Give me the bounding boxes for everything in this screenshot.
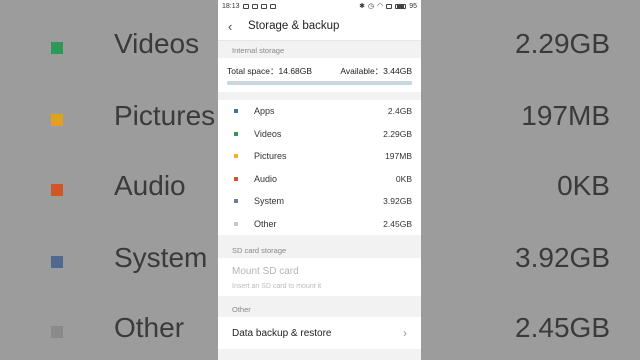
category-label: Other xyxy=(254,218,277,229)
category-audio[interactable]: Audio 0KB xyxy=(218,168,421,191)
bg-value: 0KB xyxy=(557,170,610,201)
category-value: 197MB xyxy=(385,151,412,162)
backup-restore-label: Data backup & restore xyxy=(232,327,332,339)
battery-icon xyxy=(395,3,407,9)
bg-value: 2.45GB xyxy=(515,312,610,343)
category-list: Apps 2.4GB Videos 2.29GB Pictures 197MB … xyxy=(218,100,421,235)
wifi-icon: ◠ xyxy=(377,3,384,10)
bg-label: System xyxy=(114,242,208,273)
mail-icon xyxy=(260,3,267,9)
color-dot xyxy=(234,154,238,159)
alarm-icon: ◷ xyxy=(367,3,375,10)
category-value: 3.92GB xyxy=(383,196,412,207)
category-value: 2.45GB xyxy=(383,218,412,229)
chat-icon xyxy=(242,3,249,9)
category-value: 2.4GB xyxy=(387,106,412,117)
status-right: ✱ ◷ ◠ 95 xyxy=(359,2,417,11)
phone-screen: 18:13 ✱ ◷ ◠ 95 ‹ Storage & backup Intern… xyxy=(218,0,421,360)
notification-icon xyxy=(269,3,276,9)
category-apps[interactable]: Apps 2.4GB xyxy=(218,100,421,123)
category-label: Pictures xyxy=(254,151,287,162)
color-dot xyxy=(234,109,238,114)
status-bar: 18:13 ✱ ◷ ◠ 95 xyxy=(218,0,421,12)
status-time: 18:13 xyxy=(222,2,240,10)
other-label: Other xyxy=(232,305,251,314)
chevron-right-icon: › xyxy=(403,326,407,340)
status-left: 18:13 xyxy=(222,3,276,10)
color-dot xyxy=(234,221,238,226)
screen-icon xyxy=(386,3,393,9)
bg-dot xyxy=(51,42,63,54)
category-label: System xyxy=(254,196,285,207)
bg-value: 3.92GB xyxy=(515,242,610,273)
bg-value: 2.29GB xyxy=(515,28,610,59)
category-other[interactable]: Other 2.45GB xyxy=(218,213,421,236)
battery-level: 95 xyxy=(409,2,417,10)
message-icon xyxy=(251,3,258,9)
bg-label: Audio xyxy=(114,170,186,201)
bg-dot xyxy=(51,114,63,126)
category-label: Videos xyxy=(254,128,282,139)
category-label: Apps xyxy=(254,106,275,117)
category-value: 0KB xyxy=(395,173,412,184)
internal-storage-card: Total space：14.68GB Available：3.44GB xyxy=(218,58,421,92)
category-videos[interactable]: Videos 2.29GB xyxy=(218,123,421,146)
color-dot xyxy=(234,199,238,204)
category-value: 2.29GB xyxy=(383,128,412,139)
bg-dot xyxy=(51,256,63,268)
color-dot xyxy=(234,131,238,136)
bg-label: Other xyxy=(114,312,185,343)
bg-label: Videos xyxy=(114,28,200,59)
other-section: Other Data backup & restore › xyxy=(218,300,421,349)
bluetooth-icon: ✱ xyxy=(359,3,365,10)
space-summary: Total space：14.68GB Available：3.44GB xyxy=(218,58,421,81)
category-pictures[interactable]: Pictures 197MB xyxy=(218,145,421,168)
sd-storage-label: SD card storage xyxy=(232,246,287,255)
total-space: Total space：14.68GB xyxy=(227,66,313,76)
bg-value: 197MB xyxy=(521,100,610,131)
mount-sd-title: Mount SD card xyxy=(232,266,299,277)
color-dot xyxy=(234,176,238,181)
page-title: Storage & backup xyxy=(248,20,340,32)
backup-restore-item[interactable]: Data backup & restore › xyxy=(218,317,421,349)
bg-dot xyxy=(51,184,63,196)
mount-sd-subtitle: Insert an SD card to mount it xyxy=(232,283,322,290)
internal-storage-label: Internal storage xyxy=(232,46,285,55)
app-header: ‹ Storage & backup xyxy=(218,12,421,41)
bg-label: Pictures xyxy=(114,100,216,131)
available-space: Available：3.44GB xyxy=(340,66,412,76)
bg-dot xyxy=(51,326,63,338)
category-label: Audio xyxy=(254,173,278,184)
mount-sd-item: Mount SD card Insert an SD card to mount… xyxy=(218,258,421,296)
sd-section: SD card storage Mount SD card Insert an … xyxy=(218,241,421,296)
back-arrow-icon[interactable]: ‹ xyxy=(228,19,248,34)
category-system[interactable]: System 3.92GB xyxy=(218,190,421,213)
